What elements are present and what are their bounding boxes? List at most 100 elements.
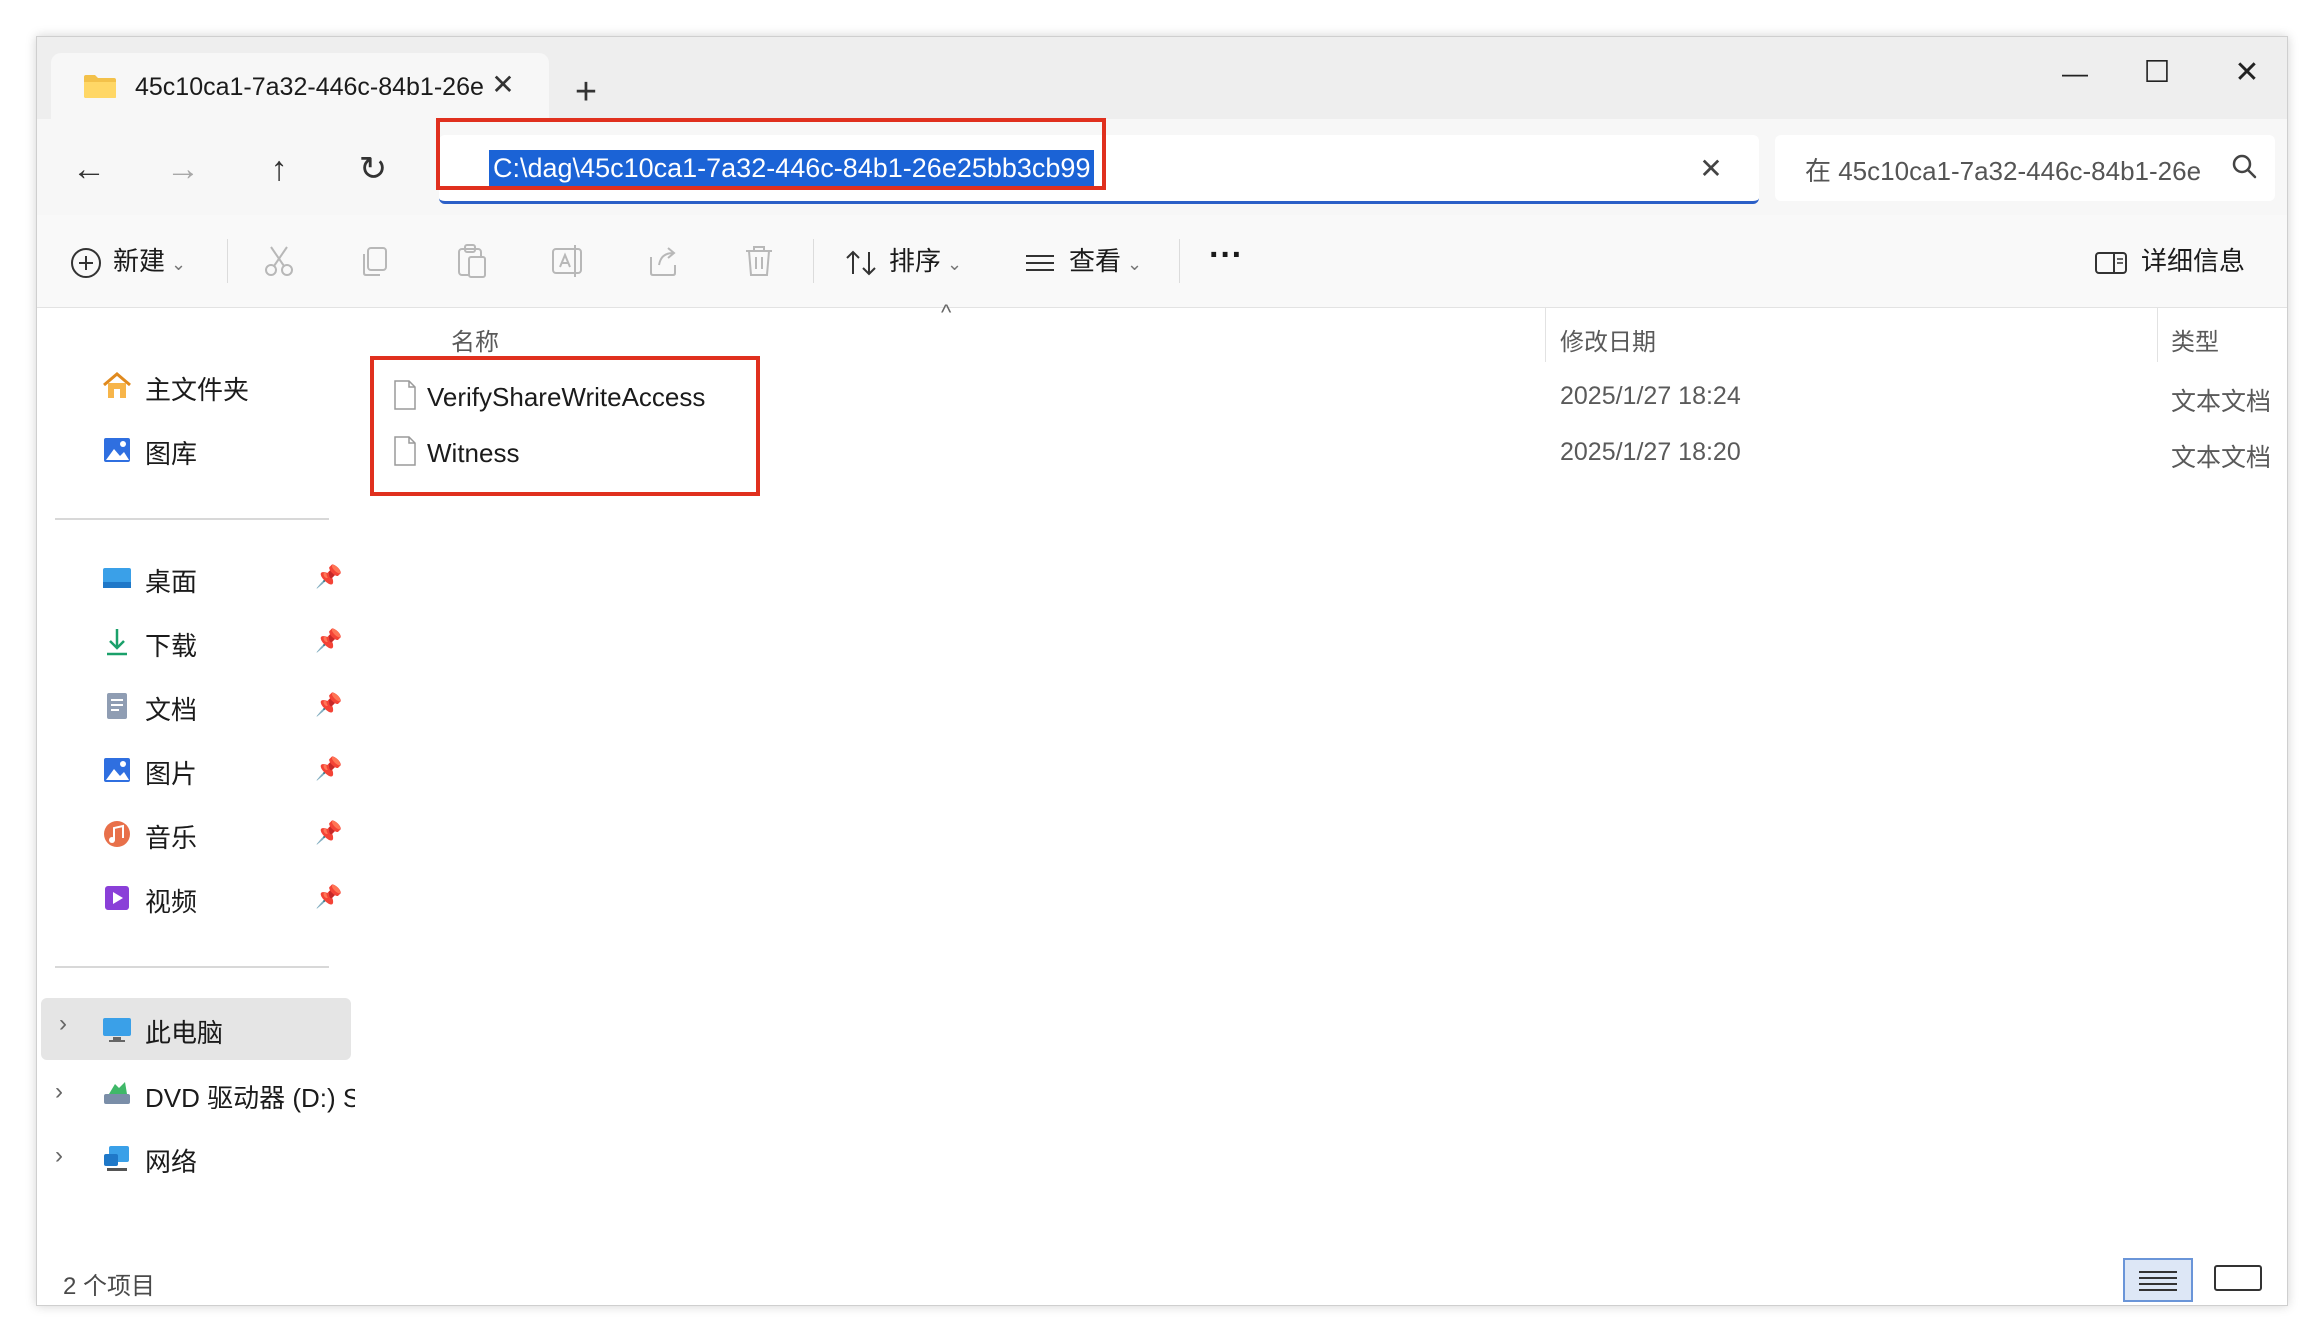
column-separator[interactable] — [1545, 308, 1546, 362]
clear-address-icon[interactable]: ✕ — [1689, 147, 1733, 191]
view-label: 查看 — [1069, 246, 1122, 276]
close-window-button[interactable]: ✕ — [2207, 47, 2287, 99]
file-explorer-window: 45c10ca1-7a32-446c-84b1-26e ✕ + — ☐ ✕ ← … — [36, 36, 2288, 1306]
title-bar: 45c10ca1-7a32-446c-84b1-26e ✕ + — ☐ ✕ — [37, 37, 2287, 119]
pictures-icon — [104, 758, 130, 782]
column-header-type[interactable]: 类型 — [2171, 322, 2219, 357]
copy-icon[interactable] — [353, 239, 397, 283]
dvd-drive-icon — [104, 1082, 130, 1104]
search-input[interactable]: 在 45c10ca1-7a32-446c-84b1-26e — [1805, 151, 2225, 188]
sidebar-item-label: 文档 — [145, 695, 198, 725]
details-label: 详细信息 — [2141, 246, 2246, 276]
folder-icon — [84, 75, 116, 98]
sidebar-item-home[interactable]: 主文件夹 — [37, 358, 355, 414]
up-button[interactable]: ↑ — [251, 141, 307, 197]
sidebar-item-documents[interactable]: 文档 📌 — [37, 678, 355, 734]
view-button[interactable]: 查看 ⌄ — [1023, 235, 1142, 287]
details-view-icon — [2139, 1271, 2177, 1291]
sidebar-item-dvd-drive[interactable]: › DVD 驱动器 (D:) S — [37, 1066, 360, 1122]
delete-icon[interactable] — [737, 239, 781, 283]
text-file-icon — [394, 436, 416, 466]
sidebar-item-label: 主文件夹 — [145, 375, 250, 405]
details-pane-icon — [2095, 252, 2127, 275]
file-list: ^ 名称 修改日期 类型 VerifyShareWriteAccess 2025… — [355, 300, 2287, 1298]
chevron-down-icon: ⌄ — [171, 254, 187, 274]
sidebar-divider — [55, 518, 329, 520]
sidebar-item-music[interactable]: 音乐 📌 — [37, 806, 355, 862]
music-icon — [104, 821, 130, 847]
sidebar-item-downloads[interactable]: 下载 📌 — [37, 614, 355, 670]
file-type: 文本文档 — [2171, 444, 2272, 472]
file-row[interactable]: Witness 2025/1/27 18:20 文本文档 — [355, 424, 2287, 478]
sidebar-item-videos[interactable]: 视频 📌 — [37, 870, 355, 926]
share-icon[interactable] — [641, 239, 685, 283]
forward-button[interactable]: → — [155, 141, 211, 197]
column-header-modified[interactable]: 修改日期 — [1560, 322, 1656, 357]
gallery-icon — [104, 438, 130, 462]
sidebar-item-label: 图片 — [145, 759, 198, 789]
search-box[interactable]: 在 45c10ca1-7a32-446c-84b1-26e — [1775, 135, 2275, 201]
sidebar-item-label: 下载 — [145, 631, 198, 661]
back-button[interactable]: ← — [61, 141, 117, 197]
toolbar-divider — [227, 239, 228, 283]
download-icon — [107, 629, 127, 656]
file-row[interactable]: VerifyShareWriteAccess 2025/1/27 18:24 文… — [355, 368, 2287, 422]
sidebar-item-gallery[interactable]: 图库 — [37, 422, 355, 478]
column-separator[interactable] — [2157, 308, 2158, 362]
pin-icon[interactable]: 📌 — [315, 820, 342, 845]
refresh-button[interactable]: ↻ — [345, 141, 401, 197]
sort-ascending-icon: ^ — [941, 300, 952, 325]
file-type: 文本文档 — [2171, 388, 2272, 416]
status-bar: 2 个项目 — [37, 1258, 2287, 1305]
details-pane-button[interactable]: 详细信息 — [2093, 235, 2245, 287]
address-input[interactable]: C:\dag\45c10ca1-7a32-446c-84b1-26e25bb3c… — [489, 150, 1095, 186]
column-header-name[interactable]: 名称 — [451, 322, 499, 357]
details-view-button[interactable] — [2123, 1258, 2193, 1302]
chevron-down-icon: ⌄ — [947, 254, 963, 274]
pin-icon[interactable]: 📌 — [315, 564, 342, 589]
toolbar-divider — [813, 239, 814, 283]
sidebar-item-pictures[interactable]: 图片 📌 — [37, 742, 355, 798]
file-modified-date: 2025/1/27 18:24 — [1560, 382, 1741, 410]
sidebar-item-label: 网络 — [145, 1147, 198, 1177]
plus-circle-icon — [71, 248, 101, 279]
paste-icon[interactable] — [449, 239, 493, 283]
sidebar-item-label: 桌面 — [145, 567, 198, 597]
new-button[interactable]: 新建 ⌄ — [69, 235, 186, 287]
chevron-right-icon[interactable]: › — [55, 1142, 79, 1172]
text-file-icon — [394, 380, 416, 410]
file-modified-date: 2025/1/27 18:20 — [1560, 438, 1741, 466]
pin-icon[interactable]: 📌 — [315, 628, 342, 653]
address-bar[interactable]: C:\dag\45c10ca1-7a32-446c-84b1-26e25bb3c… — [439, 135, 1759, 204]
sidebar-item-this-pc[interactable]: › 此电脑 — [41, 998, 351, 1060]
minimize-button[interactable]: — — [2035, 47, 2115, 99]
maximize-button[interactable]: ☐ — [2117, 47, 2197, 99]
more-options-button[interactable]: ··· — [1209, 229, 1243, 281]
rename-icon[interactable] — [545, 239, 589, 283]
chevron-right-icon[interactable]: › — [59, 1010, 83, 1040]
view-list-icon — [1026, 255, 1054, 272]
sidebar-item-desktop[interactable]: 桌面 📌 — [37, 550, 355, 606]
pin-icon[interactable]: 📌 — [315, 692, 342, 717]
pin-icon[interactable]: 📌 — [315, 884, 342, 909]
pin-icon[interactable]: 📌 — [315, 756, 342, 781]
sidebar-item-network[interactable]: › 网络 — [37, 1130, 355, 1186]
tab-current-folder[interactable]: 45c10ca1-7a32-446c-84b1-26e ✕ — [51, 53, 549, 119]
large-icons-view-button[interactable] — [2205, 1258, 2275, 1302]
new-tab-button[interactable]: + — [561, 67, 611, 117]
chevron-right-icon[interactable]: › — [55, 1078, 79, 1108]
tab-title: 45c10ca1-7a32-446c-84b1-26e — [135, 73, 484, 101]
desktop-icon — [103, 568, 131, 588]
sort-button[interactable]: 排序 ⌄ — [843, 235, 962, 287]
file-name: VerifyShareWriteAccess — [427, 382, 706, 412]
sidebar-item-label: 此电脑 — [145, 1018, 224, 1048]
sort-icon — [846, 250, 876, 276]
sidebar-item-label: DVD 驱动器 (D:) S — [145, 1083, 361, 1113]
sort-label: 排序 — [889, 246, 942, 276]
navigation-bar: ← → ↑ ↻ C:\dag\45c10ca1-7a32-446c-84b1-2… — [37, 119, 2287, 215]
cut-icon[interactable] — [257, 239, 301, 283]
documents-icon — [107, 693, 127, 719]
close-tab-icon[interactable]: ✕ — [483, 65, 523, 105]
toolbar-divider — [1179, 239, 1180, 283]
search-icon[interactable] — [2227, 149, 2263, 185]
